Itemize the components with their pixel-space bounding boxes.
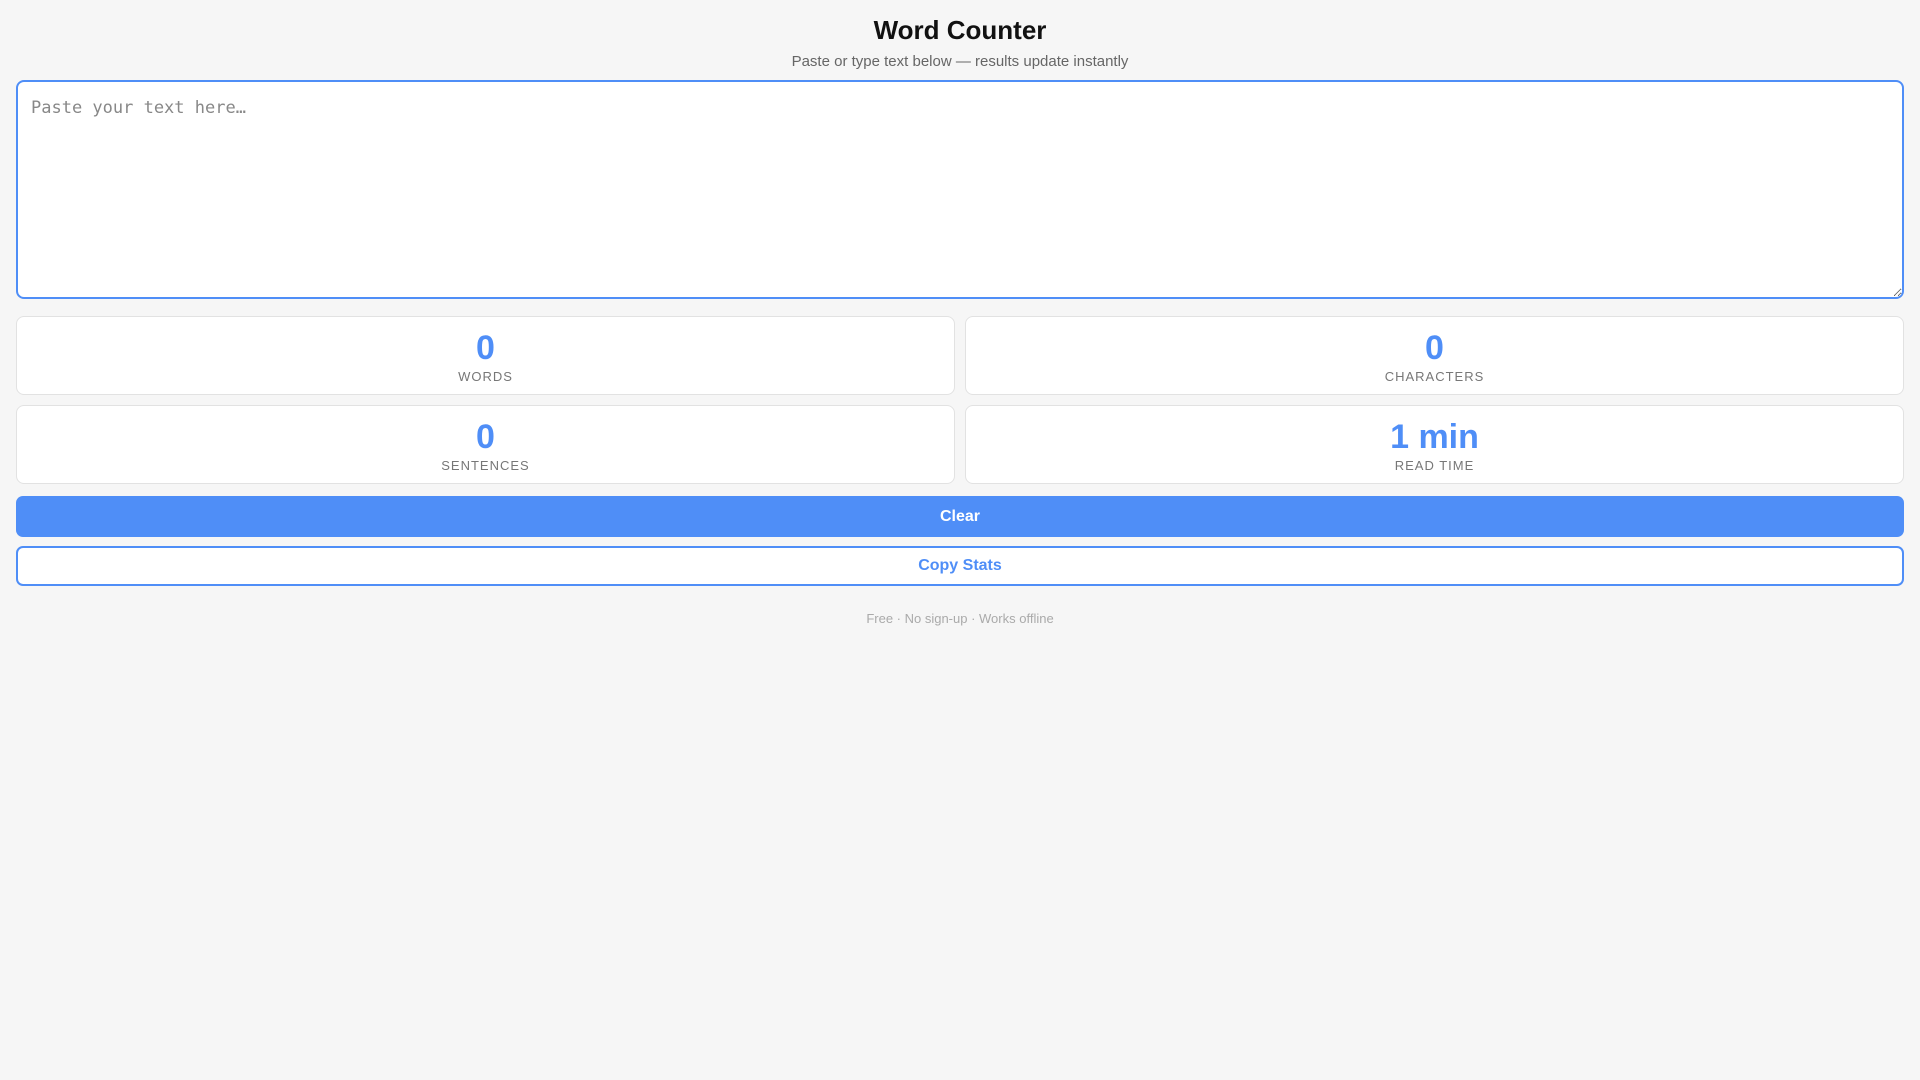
- page-subtitle: Paste or type text below — results updat…: [791, 53, 1129, 70]
- stat-card-characters: 0 CHARACTERS: [965, 316, 1904, 395]
- app-container: Word Counter Paste or type text below — …: [0, 0, 1920, 626]
- footer-text: Free · No sign-up · Works offline: [866, 611, 1054, 626]
- stat-label: SENTENCES: [441, 458, 530, 473]
- stat-card-words: 0 WORDS: [16, 316, 955, 395]
- stat-value: 1 min: [1390, 418, 1479, 456]
- stat-card-sentences: 0 SENTENCES: [16, 405, 955, 484]
- stat-value: 0: [476, 329, 495, 367]
- stat-value: 0: [476, 418, 495, 456]
- clear-button[interactable]: Clear: [16, 496, 1904, 537]
- copy-stats-button[interactable]: Copy Stats: [16, 546, 1904, 586]
- stat-label: WORDS: [458, 369, 513, 384]
- stat-label: READ TIME: [1394, 458, 1475, 473]
- stat-label: CHARACTERS: [1384, 369, 1485, 384]
- stat-value: 0: [1425, 329, 1444, 367]
- stats-grid: 0 WORDS 0 CHARACTERS 0 SENTENCES 1 min R…: [16, 316, 1904, 484]
- page-title: Word Counter: [873, 15, 1047, 45]
- stat-card-read-time: 1 min READ TIME: [965, 405, 1904, 484]
- text-input[interactable]: [16, 80, 1904, 299]
